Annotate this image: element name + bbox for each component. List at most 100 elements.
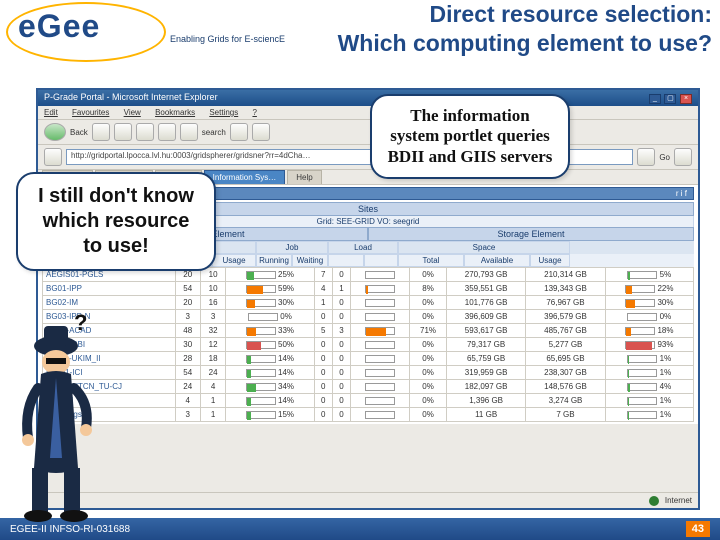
search-hint: search <box>202 128 226 137</box>
slide-title: Direct resource selection: Which computi… <box>200 0 712 58</box>
cell-se-usage: 5% <box>605 268 693 282</box>
cell-waiting: 0 <box>332 296 350 310</box>
minimize-icon[interactable]: _ <box>649 94 661 104</box>
cell-load-pct: 0% <box>410 408 447 422</box>
cell-waiting: 1 <box>332 282 350 296</box>
se-header: Storage Element <box>368 227 694 241</box>
cell-se-usage: 4% <box>605 380 693 394</box>
menu-item[interactable]: ? <box>252 108 256 117</box>
cell-se-usage: 1% <box>605 394 693 408</box>
cell-cpu-total: 3 <box>175 408 200 422</box>
callout-right: The information system portlet queries B… <box>370 94 570 179</box>
refresh-button[interactable] <box>136 123 154 141</box>
table-row[interactable]: SZTAKI41 14%000%1,396 GB3,274 GB 1% <box>43 394 694 408</box>
search-icon[interactable] <box>180 123 198 141</box>
cell-running: 0 <box>314 394 332 408</box>
table-row[interactable]: RO-03-UTCN_TU-CJ244 34%000%182,097 GB148… <box>43 380 694 394</box>
window-title: P-Grade Portal - Microsoft Internet Expl… <box>44 92 218 104</box>
cell-se-usage: 1% <box>605 366 693 380</box>
links-button[interactable] <box>674 148 692 166</box>
cell-waiting: 0 <box>332 352 350 366</box>
group-job: Job <box>256 241 328 254</box>
cell-load-bar <box>351 282 410 296</box>
table-row[interactable]: HR-01-RBI3012 50%000%79,317 GB5,277 GB 9… <box>43 338 694 352</box>
cell-cpu-free: 10 <box>200 282 225 296</box>
cell-se-total: 270,793 GB <box>446 268 525 282</box>
page-number: 43 <box>686 521 710 537</box>
cell-se-total: 1,396 GB <box>446 394 525 408</box>
home-button[interactable] <box>158 123 176 141</box>
cell-waiting: 0 <box>332 380 350 394</box>
cell-se-avail: 396,579 GB <box>526 310 605 324</box>
cell-waiting: 0 <box>332 338 350 352</box>
cell-se-avail: 148,576 GB <box>526 380 605 394</box>
internet-zone-icon <box>649 496 659 506</box>
status-right-text: Internet <box>665 496 692 505</box>
cell-cpu-usage: 25% <box>226 268 314 282</box>
table-row[interactable]: BG01-IPP5410 59%418%359,551 GB139,343 GB… <box>43 282 694 296</box>
cell-waiting: 0 <box>332 408 350 422</box>
cell-se-usage: 18% <box>605 324 693 338</box>
cell-load-bar <box>351 310 410 324</box>
title-line2: Which computing element to use? <box>338 30 712 56</box>
cell-se-avail: 3,274 GB <box>526 394 605 408</box>
slide-header: eGee Enabling Grids for E-sciencE Direct… <box>0 0 720 78</box>
cell-load-bar <box>351 366 410 380</box>
title-line1: Direct resource selection: <box>429 1 712 27</box>
table-row[interactable]: BG03-IPP-N33 0%000%396,609 GB396,579 GB … <box>43 310 694 324</box>
question-mark-icon: ? <box>74 310 87 335</box>
logo-text: eGee <box>18 8 100 45</box>
cell-se-avail: 5,277 GB <box>526 338 605 352</box>
cell-load-pct: 8% <box>410 282 447 296</box>
cell-load-pct: 0% <box>410 296 447 310</box>
cell-load-bar <box>351 352 410 366</box>
favorites-button[interactable] <box>230 123 248 141</box>
cell-cpu-total: 4 <box>175 394 200 408</box>
address-row: http://gridportal.lpocca.lvl.hu:0003/gri… <box>38 145 698 170</box>
table-row[interactable]: RO-01-ICI5424 14%000%319,959 GB238,307 G… <box>43 366 694 380</box>
stop-button[interactable] <box>114 123 132 141</box>
cell-se-avail: 485,767 GB <box>526 324 605 338</box>
cell-load-pct: 0% <box>410 268 447 282</box>
table-row[interactable]: MK-11-UKIM_II2818 14%000%65,759 GB65,695… <box>43 352 694 366</box>
cell-load-bar <box>351 394 410 408</box>
cell-waiting: 0 <box>332 268 350 282</box>
history-button[interactable] <box>252 123 270 141</box>
cell-load-bar <box>351 408 410 422</box>
cell-running: 0 <box>314 310 332 324</box>
cell-cpu-total: 20 <box>175 296 200 310</box>
col-load-bar <box>328 254 364 267</box>
cell-se-total: 359,551 GB <box>446 282 525 296</box>
tab-infosys[interactable]: Information Sys… <box>204 170 286 184</box>
cell-cpu-free: 1 <box>200 408 225 422</box>
maximize-icon[interactable]: ▢ <box>664 94 676 104</box>
menu-item[interactable]: View <box>124 108 141 117</box>
menu-item[interactable]: Favourites <box>72 108 109 117</box>
cell-se-total: 101,776 GB <box>446 296 525 310</box>
menu-item[interactable]: Bookmarks <box>155 108 195 117</box>
cell-se-avail: 139,343 GB <box>526 282 605 296</box>
callout-left: I still don't know which resource to use… <box>16 172 216 271</box>
slide-body: P-Grade Portal - Microsoft Internet Expl… <box>20 88 700 510</box>
back-button[interactable] <box>44 123 66 141</box>
menu-item[interactable]: Edit <box>44 108 58 117</box>
cell-se-avail: 238,307 GB <box>526 366 605 380</box>
close-icon[interactable]: × <box>680 94 692 104</box>
forward-button[interactable] <box>92 123 110 141</box>
cell-load-bar <box>351 380 410 394</box>
cell-se-avail: 65,695 GB <box>526 352 605 366</box>
cell-cpu-free: 24 <box>200 366 225 380</box>
go-button[interactable] <box>637 148 655 166</box>
tab-help[interactable]: Help <box>287 170 321 184</box>
table-row[interactable]: BG02-IM2016 30%100%101,776 GB76,967 GB 3… <box>43 296 694 310</box>
cell-load-pct: 71% <box>410 324 447 338</box>
cell-se-total: 319,959 GB <box>446 366 525 380</box>
table-row[interactable]: BG04-ACAD4832 33%5371%593,617 GB485,767 … <box>43 324 694 338</box>
cell-cpu-free: 18 <box>200 352 225 366</box>
table-row[interactable]: tubby.logs31 15%000%11 GB7 GB 1% <box>43 408 694 422</box>
portlet-controls[interactable]: r i f <box>676 189 687 198</box>
menu-item[interactable]: Settings <box>209 108 238 117</box>
cell-load-bar <box>351 338 410 352</box>
cell-cpu-usage: 14% <box>226 394 314 408</box>
cell-cpu-total: 28 <box>175 352 200 366</box>
